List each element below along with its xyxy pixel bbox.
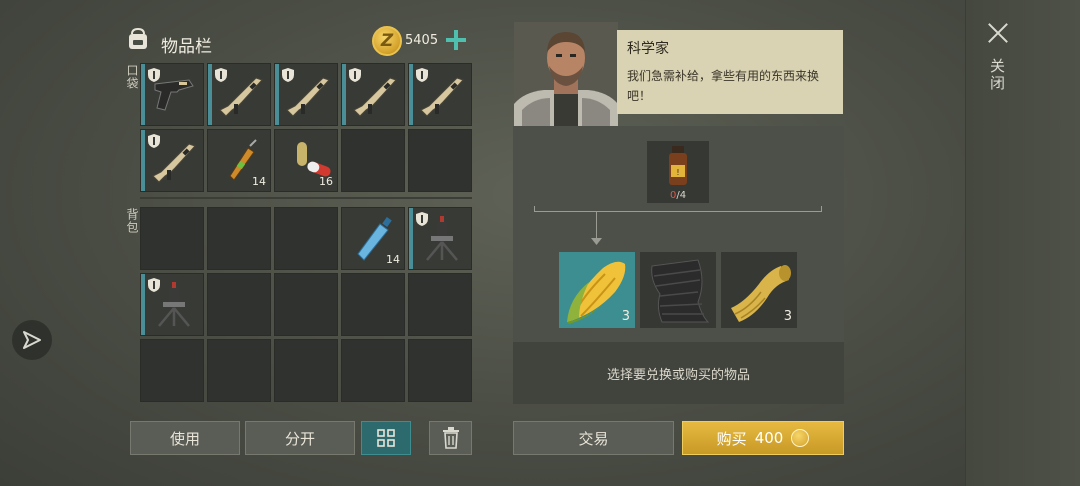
send-arrow-button[interactable] bbox=[12, 320, 52, 360]
backpack-icon bbox=[129, 27, 147, 49]
durability-bar bbox=[275, 64, 279, 125]
medicine-bottle-icon: ! bbox=[669, 146, 687, 185]
trash-icon bbox=[442, 427, 459, 449]
inventory-title: 物品栏 bbox=[161, 37, 212, 57]
sort-grid-button[interactable] bbox=[361, 421, 411, 455]
pocket-slot-rifle[interactable] bbox=[408, 63, 472, 126]
section-divider bbox=[140, 197, 472, 199]
add-coins-button[interactable] bbox=[443, 27, 469, 53]
close-icon[interactable] bbox=[985, 20, 1011, 46]
backpack-slot-empty[interactable] bbox=[408, 339, 472, 402]
backpack-slot-empty[interactable] bbox=[207, 207, 271, 270]
rifle-icon bbox=[286, 77, 330, 117]
backpack-slot-empty[interactable] bbox=[140, 207, 204, 270]
tree-line-horizontal bbox=[534, 211, 822, 212]
backpack-slot-empty[interactable] bbox=[274, 273, 338, 336]
trade-button[interactable]: 交易 bbox=[513, 421, 674, 455]
svg-text:!: ! bbox=[676, 168, 679, 177]
backpack-slot-turret[interactable] bbox=[140, 273, 204, 336]
pocket-slot-empty[interactable] bbox=[341, 129, 405, 192]
send-arrow-icon bbox=[23, 331, 41, 349]
coin-count: 5405 bbox=[405, 33, 439, 48]
backpack-slot-water-bottle[interactable]: 14 bbox=[341, 207, 405, 270]
durability-bar bbox=[141, 64, 145, 125]
tree-line-down bbox=[596, 211, 597, 241]
backpack-slot-empty[interactable] bbox=[341, 339, 405, 402]
scientist-avatar bbox=[514, 22, 618, 126]
backpack-slot-empty[interactable] bbox=[274, 207, 338, 270]
tree-line-left bbox=[534, 206, 535, 212]
grid-icon bbox=[377, 429, 395, 447]
dark-fabric-icon bbox=[651, 259, 710, 323]
rifle-icon bbox=[353, 77, 397, 117]
required-count: 0/4 bbox=[669, 190, 687, 201]
backpack-slot-empty[interactable] bbox=[408, 273, 472, 336]
npc-portrait bbox=[514, 22, 618, 126]
durability-bar bbox=[409, 208, 413, 269]
buy-price: 400 bbox=[754, 429, 784, 447]
item-count: 14 bbox=[252, 175, 266, 188]
pocket-slot-pistol[interactable] bbox=[140, 63, 204, 126]
backpack-grid: 14 bbox=[140, 207, 472, 402]
item-count: 14 bbox=[386, 253, 400, 266]
right-strip bbox=[965, 0, 1080, 486]
pocket-grid: 14 16 bbox=[140, 63, 472, 192]
buy-label: 购买 bbox=[716, 429, 747, 448]
close-label[interactable]: 关闭 bbox=[988, 58, 1008, 92]
pocket-label: 口袋 bbox=[125, 64, 139, 90]
durability-bar bbox=[208, 64, 212, 125]
turret-icon bbox=[426, 216, 458, 261]
reward-count: 3 bbox=[783, 309, 792, 324]
reward-count: 3 bbox=[621, 309, 630, 324]
turret-icon bbox=[158, 282, 190, 327]
pocket-slot-rifle[interactable] bbox=[140, 129, 204, 192]
backpack-slot-empty[interactable] bbox=[140, 339, 204, 402]
rifle-icon bbox=[219, 77, 263, 117]
required-item-slot[interactable]: ! 0/4 bbox=[647, 141, 709, 203]
item-count: 16 bbox=[319, 175, 333, 188]
rifle-icon bbox=[152, 143, 196, 183]
backpack-slot-empty[interactable] bbox=[274, 339, 338, 402]
use-button[interactable]: 使用 bbox=[130, 421, 240, 455]
inventory-header: 物品栏 Z 5405 bbox=[125, 24, 470, 60]
pocket-slot-capsules[interactable]: 16 bbox=[274, 129, 338, 192]
pocket-slot-rifle[interactable] bbox=[341, 63, 405, 126]
pocket-slot-rifle[interactable] bbox=[207, 63, 271, 126]
pocket-slot-empty[interactable] bbox=[408, 129, 472, 192]
durability-bar bbox=[342, 64, 346, 125]
npc-name: 科学家 bbox=[627, 41, 669, 57]
split-button[interactable]: 分开 bbox=[245, 421, 355, 455]
trade-hint-text: 选择要兑换或购买的物品 bbox=[606, 367, 750, 383]
pistol-icon bbox=[154, 79, 194, 111]
trade-hint-bar: 选择要兑换或购买的物品 bbox=[513, 342, 844, 404]
backpack-label: 背包 bbox=[125, 208, 139, 234]
reward-slot-gold-cloth[interactable]: 3 bbox=[721, 252, 797, 328]
reward-slot-corn[interactable]: 3 bbox=[559, 252, 635, 328]
pocket-slot-rifle[interactable] bbox=[274, 63, 338, 126]
durability-bar bbox=[141, 274, 145, 335]
coin-icon: Z bbox=[372, 26, 402, 56]
rifle-icon bbox=[420, 77, 464, 117]
arrow-down-icon bbox=[591, 238, 602, 245]
buy-button[interactable]: 购买 400 bbox=[682, 421, 844, 455]
backpack-slot-empty[interactable] bbox=[341, 273, 405, 336]
backpack-slot-empty[interactable] bbox=[207, 339, 271, 402]
durability-bar bbox=[141, 130, 145, 191]
npc-speech-bubble: 科学家 我们急需补给，拿些有用的东西来换吧！ bbox=[617, 30, 843, 114]
npc-dialogue: 我们急需补给，拿些有用的东西来换吧！ bbox=[627, 69, 820, 103]
trash-button[interactable] bbox=[429, 421, 472, 455]
pocket-slot-stim-vial[interactable]: 14 bbox=[207, 129, 271, 192]
durability-bar bbox=[409, 64, 413, 125]
backpack-slot-empty[interactable] bbox=[207, 273, 271, 336]
reward-slot-dark-fabric[interactable] bbox=[640, 252, 716, 328]
backpack-slot-turret[interactable] bbox=[408, 207, 472, 270]
coin-icon bbox=[791, 429, 810, 447]
tree-line-right bbox=[821, 206, 822, 212]
